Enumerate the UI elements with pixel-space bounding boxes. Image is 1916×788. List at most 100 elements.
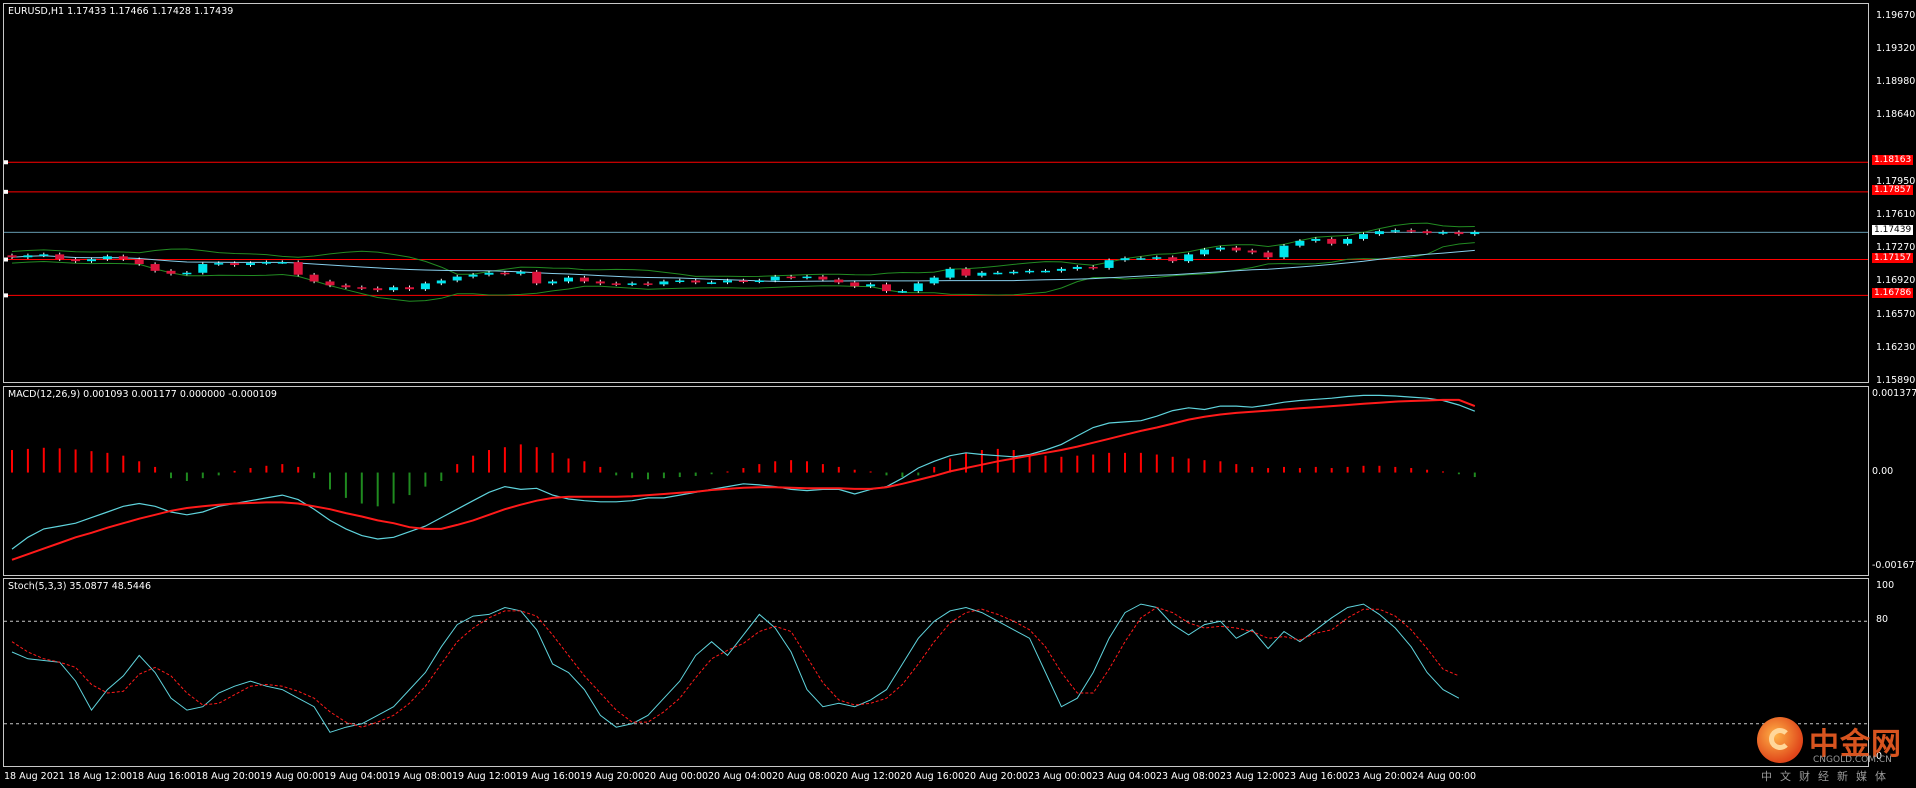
candle-body <box>595 281 605 284</box>
candle-body <box>1279 245 1289 258</box>
candle-body <box>754 280 764 282</box>
logo-coin-icon <box>1757 717 1803 763</box>
candle-body <box>452 276 462 281</box>
candle-body <box>564 277 573 282</box>
candle-body <box>55 254 65 260</box>
price-tick-label: 1.15890 <box>1876 375 1916 386</box>
logo-tagline: 中文财经新媒体 <box>1761 770 1894 783</box>
candle-body <box>23 255 33 258</box>
stoch-pane[interactable]: Stoch(5,3,3) 35.0877 48.5446 <box>3 578 1869 767</box>
stoch-tick-label: 80 <box>1876 614 1889 626</box>
candle-body <box>1454 232 1464 235</box>
candle-body <box>166 270 176 274</box>
stoch-signal-line <box>11 606 1460 728</box>
candle-body <box>516 271 526 274</box>
price-tick-label: 1.16570 <box>1876 309 1916 321</box>
candle-body <box>850 282 860 287</box>
candle-body <box>341 285 351 288</box>
macd-info: MACD(12,26,9) 0.001093 0.001177 0.000000… <box>8 389 277 400</box>
candle-body <box>39 254 49 256</box>
candle-body <box>357 287 367 289</box>
time-tick-label: 23 Aug 00:00 <box>1028 771 1093 782</box>
candle-body <box>1136 258 1146 260</box>
candle-body <box>150 264 160 271</box>
level-handle <box>4 160 8 165</box>
candle-body <box>1295 240 1305 246</box>
candle-body <box>627 283 637 285</box>
candle-body <box>1056 268 1066 271</box>
stoch-main-line <box>11 603 1460 733</box>
candle-body <box>420 283 430 290</box>
candle-body <box>659 281 669 285</box>
stoch-chart[interactable] <box>4 579 1868 766</box>
price-tick-label: 1.19320 <box>1876 43 1916 55</box>
time-tick-label: 19 Aug 04:00 <box>324 771 389 782</box>
level-label: 1.18163 <box>1872 155 1914 166</box>
candle-body <box>738 280 748 282</box>
price-tick-label: 1.18980 <box>1876 76 1916 88</box>
candle-body <box>1247 250 1257 253</box>
time-tick-label: 20 Aug 12:00 <box>836 771 901 782</box>
symbol-info: EURUSD,H1 1.17433 1.17466 1.17428 1.1743… <box>8 6 234 17</box>
candle-body <box>1025 270 1035 273</box>
candle-body <box>1104 260 1114 268</box>
time-tick-label: 19 Aug 08:00 <box>388 771 453 782</box>
macd-tick-label: 0.00 <box>1872 465 1894 477</box>
candle-body <box>293 262 303 275</box>
candle-body <box>913 283 923 292</box>
candle-body <box>866 284 876 287</box>
macd-tick-label: 0.001377 <box>1872 388 1916 399</box>
candle-body <box>1231 247 1241 251</box>
candle-body <box>261 262 271 264</box>
time-tick-label: 18 Aug 16:00 <box>132 771 197 782</box>
time-tick-label: 20 Aug 16:00 <box>900 771 965 782</box>
price-tick-label: 1.19670 <box>1876 9 1916 21</box>
macd-tick-label: -0.001677 <box>1872 560 1916 571</box>
candle-body <box>1088 266 1098 269</box>
level-handle <box>4 189 8 194</box>
candle-body <box>373 288 383 291</box>
candle-body <box>961 268 971 276</box>
price-tick-label: 1.18640 <box>1876 109 1916 121</box>
time-tick-label: 18 Aug 20:00 <box>196 771 261 782</box>
candle-body <box>1374 231 1384 235</box>
macd-signal-line <box>11 398 1476 561</box>
candle-body <box>802 276 812 279</box>
candle-body <box>1152 257 1162 259</box>
price-tick-label: 1.16920 <box>1876 275 1916 287</box>
candle-body <box>882 284 891 292</box>
candle-body <box>707 282 717 284</box>
candle-body <box>405 287 414 290</box>
price-tick-label: 1.16230 <box>1876 342 1916 354</box>
level-label: 1.17857 <box>1872 184 1914 195</box>
level-handle <box>4 257 8 262</box>
candle-body <box>1359 234 1368 239</box>
candle-body <box>770 276 780 281</box>
candle-body <box>230 263 240 266</box>
time-tick-label: 20 Aug 20:00 <box>964 771 1029 782</box>
time-tick-label: 18 Aug 12:00 <box>68 771 133 782</box>
candle-body <box>118 256 128 260</box>
candle-body <box>1200 249 1209 255</box>
time-tick-label: 20 Aug 00:00 <box>644 771 709 782</box>
macd-pane[interactable]: MACD(12,26,9) 0.001093 0.001177 0.000000… <box>3 386 1869 576</box>
macd-chart[interactable] <box>4 387 1868 575</box>
candle-body <box>1072 266 1082 269</box>
price-chart[interactable] <box>4 4 1868 382</box>
candle-body <box>1263 252 1273 258</box>
candle-body <box>1406 230 1416 232</box>
candle-body <box>1184 254 1194 262</box>
candle-body <box>977 272 987 276</box>
candle-body <box>1390 230 1400 232</box>
current-price-label: 1.17439 <box>1872 225 1914 236</box>
candle-body <box>500 272 510 275</box>
price-pane[interactable]: EURUSD,H1 1.17433 1.17466 1.17428 1.1743… <box>3 3 1869 383</box>
candle-body <box>182 272 192 275</box>
time-tick-label: 24 Aug 00:00 <box>1412 771 1477 782</box>
candle-body <box>1041 270 1050 273</box>
candle-body <box>389 287 399 291</box>
candle-body <box>325 281 335 286</box>
band-upper <box>11 222 1475 278</box>
candle-body <box>102 256 112 260</box>
time-tick-label: 20 Aug 08:00 <box>772 771 837 782</box>
